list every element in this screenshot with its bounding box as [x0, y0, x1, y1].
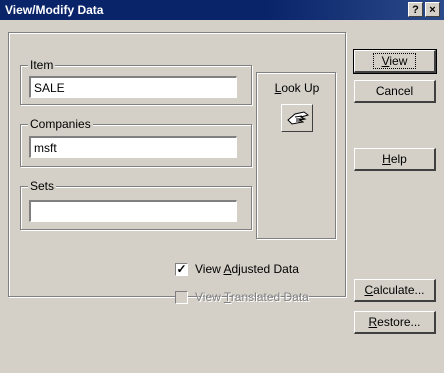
calculate-button[interactable]: Calculate... — [354, 279, 436, 302]
cancel-button[interactable]: Cancel — [354, 80, 436, 103]
sets-group-label: Sets — [28, 179, 57, 193]
title-bar: View/Modify Data ? × — [0, 0, 444, 20]
help-button[interactable]: Help — [354, 148, 436, 171]
view-modify-data-dialog: View/Modify Data ? × Item Companies Sets… — [0, 0, 444, 373]
close-button[interactable]: × — [425, 2, 440, 17]
dialog-title: View/Modify Data — [5, 3, 104, 17]
view-button[interactable]: View — [353, 49, 437, 74]
companies-input[interactable] — [29, 136, 237, 158]
main-panel: Item Companies Sets Look Up ✓ V — [8, 32, 346, 304]
companies-group-label: Companies — [28, 117, 93, 131]
translated-check-box[interactable] — [175, 291, 188, 304]
adjusted-check-box[interactable]: ✓ — [175, 263, 188, 276]
translated-label: View Translated Data — [195, 290, 309, 304]
companies-group: Companies — [20, 117, 252, 167]
item-input[interactable] — [29, 76, 237, 98]
item-group: Item — [20, 58, 252, 105]
lookup-hand-icon — [287, 111, 310, 125]
lookup-panel: Look Up — [256, 72, 336, 239]
restore-button[interactable]: Restore... — [354, 311, 436, 334]
adjusted-label: View Adjusted Data — [195, 262, 299, 276]
sets-group: Sets — [20, 179, 252, 230]
sets-input[interactable] — [29, 200, 237, 222]
help-title-button[interactable]: ? — [408, 2, 423, 17]
lookup-label: Look Up — [274, 81, 320, 95]
item-group-label: Item — [28, 58, 56, 72]
lookup-button[interactable] — [281, 104, 313, 132]
